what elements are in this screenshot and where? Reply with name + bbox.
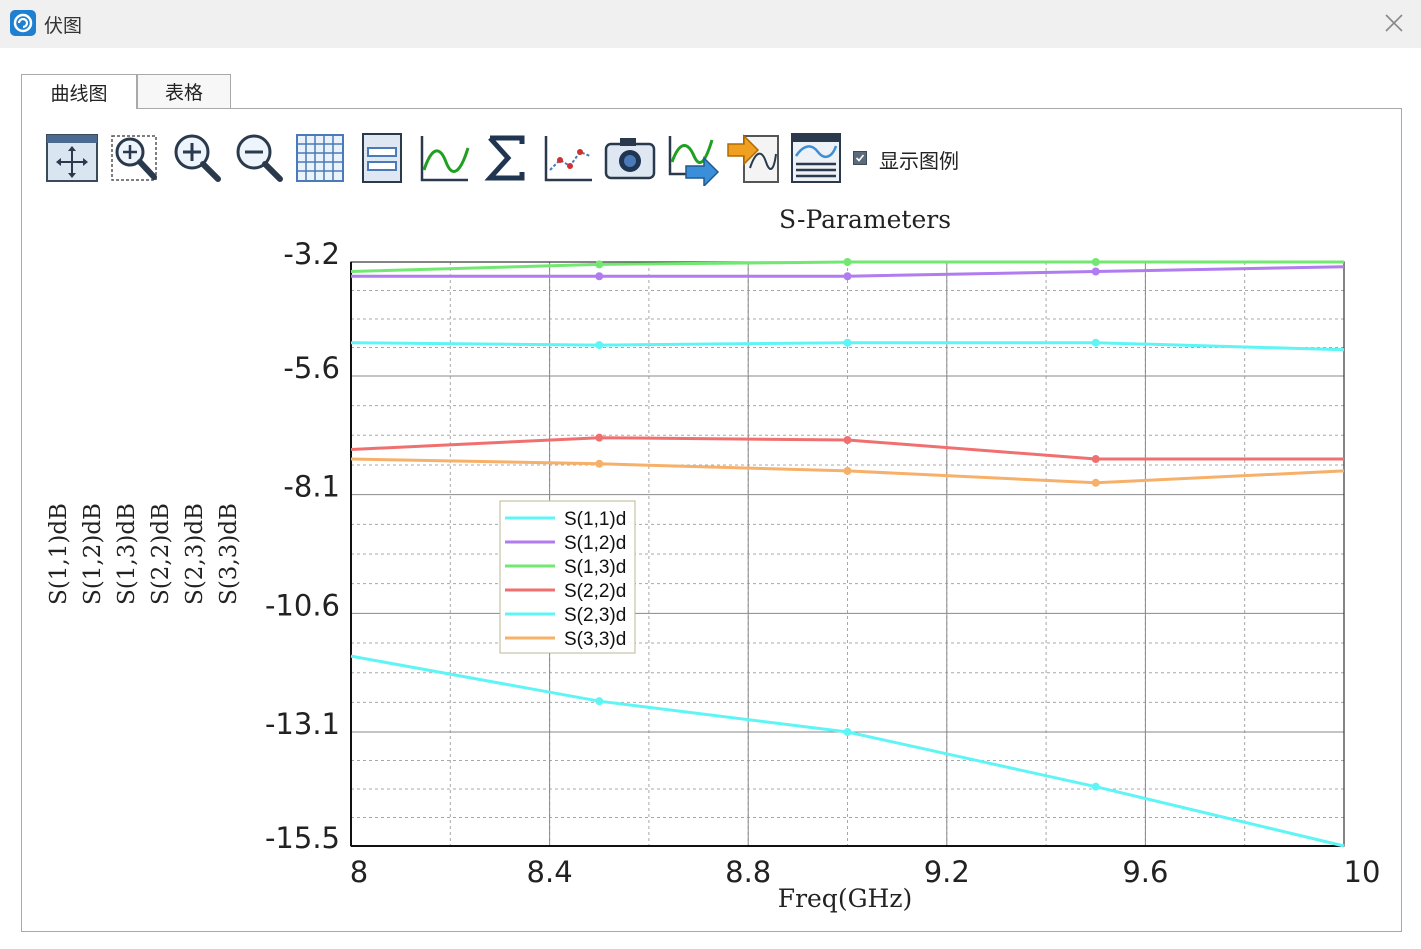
data-point: [595, 459, 604, 468]
y-tick-label: -3.2: [283, 237, 340, 271]
tab-curve-chart[interactable]: 曲线图: [21, 74, 137, 109]
data-point: [595, 341, 604, 350]
y-axis-label: S(1,1)dB: [46, 503, 72, 605]
legend-label: S(2,3)d: [564, 605, 626, 626]
data-point: [1091, 455, 1100, 464]
data-point: [595, 433, 604, 442]
y-tick-label: -13.1: [265, 707, 340, 741]
data-point: [595, 272, 604, 281]
x-tick-label: 8: [350, 855, 368, 889]
legend-label: S(3,3)d: [564, 629, 626, 650]
data-point: [843, 728, 852, 737]
y-tick-label: -15.5: [265, 821, 340, 855]
x-tick-label: 9.6: [1122, 855, 1168, 889]
s-parameters-chart: 8 8.4 8.8 9.2 9.6 10 -3.2 -5.6 -8.1 -10.6 -13.1 -15…: [46, 205, 1381, 913]
y-tick-label: -5.6: [283, 351, 340, 385]
x-axis-label: Freq(GHz): [778, 884, 913, 913]
legend-label: S(1,1)d: [564, 509, 626, 530]
y-axis-label: S(3,3)dB: [216, 503, 242, 605]
data-point: [843, 272, 852, 281]
y-tick-label: -10.6: [265, 588, 340, 622]
data-point: [1091, 267, 1100, 276]
x-tick-label: 8.8: [725, 855, 771, 889]
legend-label: S(1,2)d: [564, 533, 626, 554]
chart-title: S-Parameters: [779, 205, 951, 234]
y-axis-label: S(1,3)dB: [114, 503, 140, 605]
data-point: [1091, 338, 1100, 347]
legend-label: S(2,2)d: [564, 581, 626, 602]
data-point: [843, 258, 852, 266]
data-point: [595, 697, 604, 706]
data-point: [1091, 782, 1100, 791]
data-point: [595, 260, 604, 269]
legend-label: S(1,3)d: [564, 557, 626, 578]
tab-label: 曲线图: [50, 82, 108, 105]
data-point: [843, 436, 852, 445]
y-tick-label: -8.1: [283, 470, 340, 504]
x-tick-label: 9.2: [924, 855, 970, 889]
data-point: [843, 466, 852, 475]
x-tick-label: 10: [1344, 855, 1381, 889]
x-tick-label: 8.4: [527, 855, 573, 889]
y-axis-label: S(2,3)dB: [182, 503, 208, 605]
data-point: [1091, 258, 1100, 266]
y-axis-label: S(1,2)dB: [80, 503, 106, 605]
data-point: [1091, 478, 1100, 487]
y-axis-label: S(2,2)dB: [148, 503, 174, 605]
data-point: [843, 338, 852, 347]
